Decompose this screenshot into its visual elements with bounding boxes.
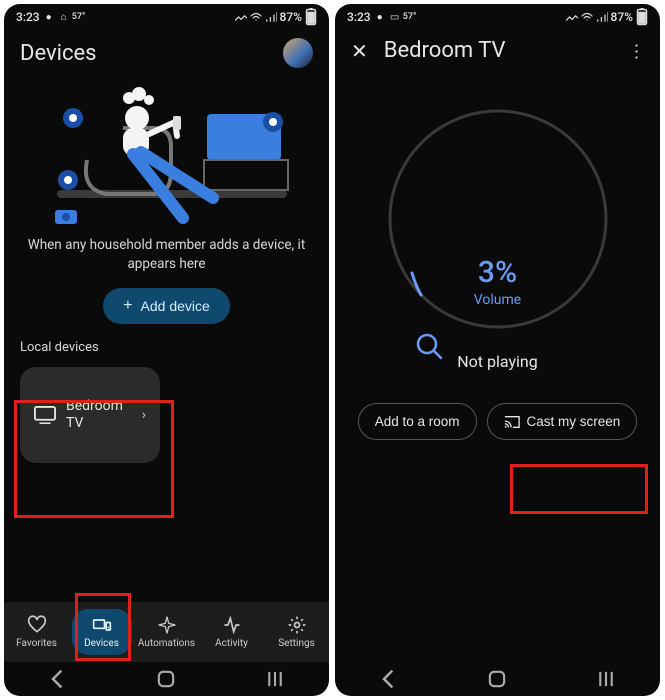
heart-icon (27, 615, 47, 635)
tab-devices-label: Devices (84, 638, 119, 649)
close-icon[interactable]: ✕ (351, 39, 368, 63)
highlight-cast-button (510, 464, 648, 514)
page-header: Devices (4, 30, 329, 74)
tab-devices[interactable]: Devices (72, 609, 132, 655)
notif-icon-2: ▭ (389, 11, 401, 23)
magnify-icon[interactable] (415, 332, 443, 360)
playback-state: Not playing (335, 308, 660, 371)
chevron-right-icon: › (142, 407, 146, 423)
wifi-icon (581, 11, 593, 23)
tab-settings[interactable]: Settings (267, 609, 327, 655)
notif-icon-3: 57° (404, 11, 416, 23)
nav-recents[interactable] (596, 669, 616, 689)
android-nav-bar (335, 662, 660, 696)
tab-favorites[interactable]: Favorites (7, 609, 67, 655)
more-icon[interactable]: ⋯ (626, 43, 647, 59)
signal-icon (596, 11, 608, 23)
bottom-tab-bar: Favorites Devices Automations Activity S… (4, 602, 329, 662)
empty-illustration (4, 74, 329, 230)
tab-automations-label: Automations (138, 638, 195, 649)
page-title: Devices (20, 41, 97, 66)
tv-icon (34, 406, 56, 424)
cast-label: Cast my screen (527, 414, 621, 429)
cast-my-screen-button[interactable]: Cast my screen (487, 403, 638, 440)
battery-icon (636, 11, 648, 23)
notif-icon-2: ⌂ (58, 11, 70, 23)
avatar[interactable] (283, 38, 313, 68)
notif-icon-1: ● (43, 11, 55, 23)
status-time: 3:23 (16, 10, 40, 24)
device-header: ✕ Bedroom TV ⋯ (335, 30, 660, 69)
tab-activity[interactable]: Activity (202, 609, 262, 655)
nav-home[interactable] (487, 669, 507, 689)
phone-left: 3:23 ● ⌂ 57° 87% Devices (4, 4, 329, 696)
status-time: 3:23 (347, 10, 371, 24)
volume-label: Volume (335, 292, 660, 308)
add-to-room-label: Add to a room (375, 414, 460, 429)
sparkle-icon (157, 615, 177, 635)
phone-right: 3:23 ● ▭ 57° 87% ✕ Bedroom TV ⋯ (335, 4, 660, 696)
tab-automations[interactable]: Automations (137, 609, 197, 655)
tab-settings-label: Settings (278, 638, 315, 649)
wifi-calling-icon (566, 11, 578, 23)
add-device-label: Add device (141, 298, 210, 314)
add-to-room-button[interactable]: Add to a room (358, 403, 477, 440)
wifi-calling-icon (235, 11, 247, 23)
cast-icon (504, 415, 520, 429)
tab-favorites-label: Favorites (16, 638, 57, 649)
notif-icon-3: 57° (73, 11, 85, 23)
device-title: Bedroom TV (384, 38, 506, 63)
android-nav-bar (4, 662, 329, 696)
nav-home[interactable] (156, 669, 176, 689)
device-card-bedroom-tv[interactable]: Bedroom TV › (20, 367, 160, 463)
status-bar: 3:23 ● ⌂ 57° 87% (4, 4, 329, 30)
nav-back[interactable] (48, 669, 68, 689)
add-device-button[interactable]: + Add device (103, 288, 230, 324)
local-devices-label: Local devices (4, 334, 329, 361)
volume-percent: 3% (335, 255, 660, 290)
wifi-icon (250, 11, 262, 23)
nav-back[interactable] (379, 669, 399, 689)
gear-icon (287, 615, 307, 635)
device-name: Bedroom TV (66, 398, 132, 432)
notif-icon-1: ● (374, 11, 386, 23)
nav-recents[interactable] (265, 669, 285, 689)
status-battery: 87% (611, 10, 633, 24)
devices-icon (92, 615, 112, 635)
tab-activity-label: Activity (215, 638, 248, 649)
action-row: Add to a room Cast my screen (335, 371, 660, 440)
empty-state-message: When any household member adds a device,… (4, 230, 329, 274)
plus-icon: + (123, 298, 132, 314)
status-battery: 87% (280, 10, 302, 24)
status-bar: 3:23 ● ▭ 57° 87% (335, 4, 660, 30)
activity-icon (222, 615, 242, 635)
signal-icon (265, 11, 277, 23)
battery-icon (305, 11, 317, 23)
